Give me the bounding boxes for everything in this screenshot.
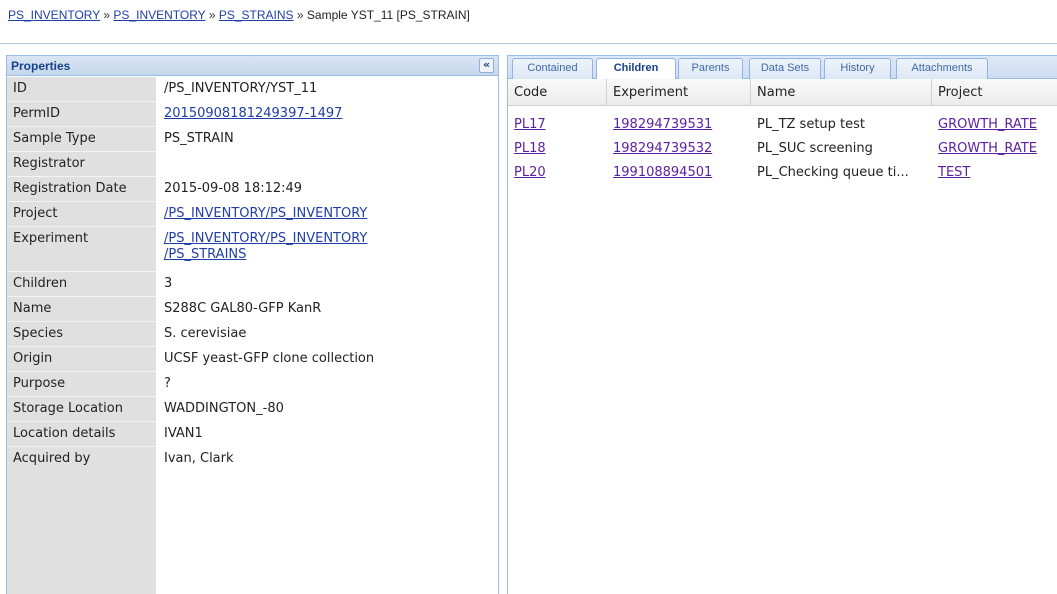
project-link[interactable]: /PS_INVENTORY/PS_INVENTORY	[164, 206, 498, 222]
property-value: PS_STRAIN	[164, 131, 234, 146]
breadcrumb-separator: »	[208, 8, 216, 22]
breadcrumb-link-inventory-project[interactable]: PS_INVENTORY	[113, 8, 205, 22]
tab-history[interactable]: History	[824, 58, 891, 79]
property-value: IVAN1	[164, 426, 203, 441]
property-key: Storage Location	[7, 397, 156, 422]
column-header-name[interactable]: Name	[751, 79, 932, 105]
property-key: Purpose	[7, 372, 156, 397]
property-row-id: ID /PS_INVENTORY/YST_11	[7, 77, 498, 102]
project-link[interactable]: GROWTH_RATE	[938, 117, 1037, 132]
property-row-location-details: Location details IVAN1	[7, 422, 498, 447]
breadcrumb-separator: »	[296, 8, 304, 22]
code-link[interactable]: PL17	[514, 117, 546, 132]
property-value: Ivan, Clark	[164, 451, 234, 466]
code-link[interactable]: PL20	[514, 165, 546, 180]
properties-panel: Properties « ID /PS_INVENTORY/YST_11 Per…	[6, 55, 499, 594]
property-key: Experiment	[7, 227, 156, 272]
name-cell: PL_Checking queue ti...	[757, 165, 909, 180]
breadcrumb-separator: »	[103, 8, 111, 22]
property-key: Species	[7, 322, 156, 347]
permid-link[interactable]: 20150908181249397-1497	[164, 106, 498, 122]
table-row[interactable]: PL17 198294739531 PL_TZ setup test GROWT…	[508, 114, 1057, 136]
tab-parents[interactable]: Parents	[678, 58, 743, 79]
property-key: Project	[7, 202, 156, 227]
property-row-sample-type: Sample Type PS_STRAIN	[7, 127, 498, 152]
property-value: S. cerevisiae	[164, 326, 247, 341]
property-value: WADDINGTON_-80	[164, 401, 284, 416]
breadcrumb-link-inventory[interactable]: PS_INVENTORY	[8, 8, 100, 22]
property-row-acquired-by: Acquired by Ivan, Clark	[7, 447, 498, 594]
property-key: Origin	[7, 347, 156, 372]
tab-data-sets[interactable]: Data Sets	[749, 58, 821, 79]
column-header-experiment[interactable]: Experiment	[607, 79, 751, 105]
experiment-link[interactable]: 198294739532	[613, 141, 712, 156]
experiment-link-continued[interactable]: /PS_STRAINS	[164, 247, 498, 263]
breadcrumb-current: Sample YST_11 [PS_STRAIN]	[306, 8, 470, 22]
property-key: Sample Type	[7, 127, 156, 152]
experiment-link[interactable]: /PS_INVENTORY/PS_INVENTORY	[164, 231, 498, 247]
property-key: Location details	[7, 422, 156, 447]
breadcrumb: PS_INVENTORY » PS_INVENTORY » PS_STRAINS…	[0, 0, 1057, 44]
tab-attachments[interactable]: Attachments	[896, 58, 988, 79]
property-key: ID	[7, 77, 156, 102]
property-row-permid: PermID 20150908181249397-1497	[7, 102, 498, 127]
properties-header: Properties «	[7, 56, 498, 76]
property-row-purpose: Purpose ?	[7, 372, 498, 397]
property-value	[156, 152, 498, 177]
property-row-name: Name S288C GAL80-GFP KanR	[7, 297, 498, 322]
property-value: /PS_INVENTORY/YST_11	[164, 81, 318, 96]
property-row-experiment: Experiment /PS_INVENTORY/PS_INVENTORY /P…	[7, 227, 498, 272]
property-key: Name	[7, 297, 156, 322]
property-row-registrator: Registrator	[7, 152, 498, 177]
relations-panel: Contained Children Parents Data Sets His…	[507, 55, 1057, 594]
property-key: Registration Date	[7, 177, 156, 202]
property-row-storage-location: Storage Location WADDINGTON_-80	[7, 397, 498, 422]
project-link[interactable]: GROWTH_RATE	[938, 141, 1037, 156]
property-row-species: Species S. cerevisiae	[7, 322, 498, 347]
grid-header: Code Experiment Name Project	[508, 79, 1057, 106]
column-header-code[interactable]: Code	[508, 79, 607, 105]
property-key: PermID	[7, 102, 156, 127]
properties-title: Properties	[11, 59, 71, 73]
project-link[interactable]: TEST	[938, 165, 970, 180]
property-key: Registrator	[7, 152, 156, 177]
property-row-project: Project /PS_INVENTORY/PS_INVENTORY	[7, 202, 498, 227]
tab-children[interactable]: Children	[596, 58, 676, 80]
table-row[interactable]: PL18 198294739532 PL_SUC screening GROWT…	[508, 138, 1057, 160]
property-key: Acquired by	[7, 447, 156, 594]
column-header-project[interactable]: Project	[932, 79, 1057, 105]
property-value: 3	[164, 276, 173, 291]
breadcrumb-link-strains[interactable]: PS_STRAINS	[219, 8, 294, 22]
table-row[interactable]: PL20 199108894501 PL_Checking queue ti..…	[508, 162, 1057, 184]
experiment-link[interactable]: 198294739531	[613, 117, 712, 132]
experiment-link[interactable]: 199108894501	[613, 165, 712, 180]
tab-contained[interactable]: Contained	[512, 58, 593, 79]
property-row-origin: Origin UCSF yeast-GFP clone collection	[7, 347, 498, 372]
tab-strip: Contained Children Parents Data Sets His…	[508, 56, 1057, 80]
property-key: Children	[7, 272, 156, 297]
property-value: 2015-09-08 18:12:49	[164, 181, 303, 196]
property-value: S288C GAL80-GFP KanR	[164, 301, 322, 316]
collapse-icon[interactable]: «	[479, 58, 494, 73]
property-value: UCSF yeast-GFP clone collection	[164, 351, 375, 366]
property-row-registration-date: Registration Date 2015-09-08 18:12:49	[7, 177, 498, 202]
code-link[interactable]: PL18	[514, 141, 546, 156]
property-row-children: Children 3	[7, 272, 498, 297]
name-cell: PL_TZ setup test	[757, 117, 866, 132]
property-value: ?	[164, 376, 171, 391]
name-cell: PL_SUC screening	[757, 141, 873, 156]
